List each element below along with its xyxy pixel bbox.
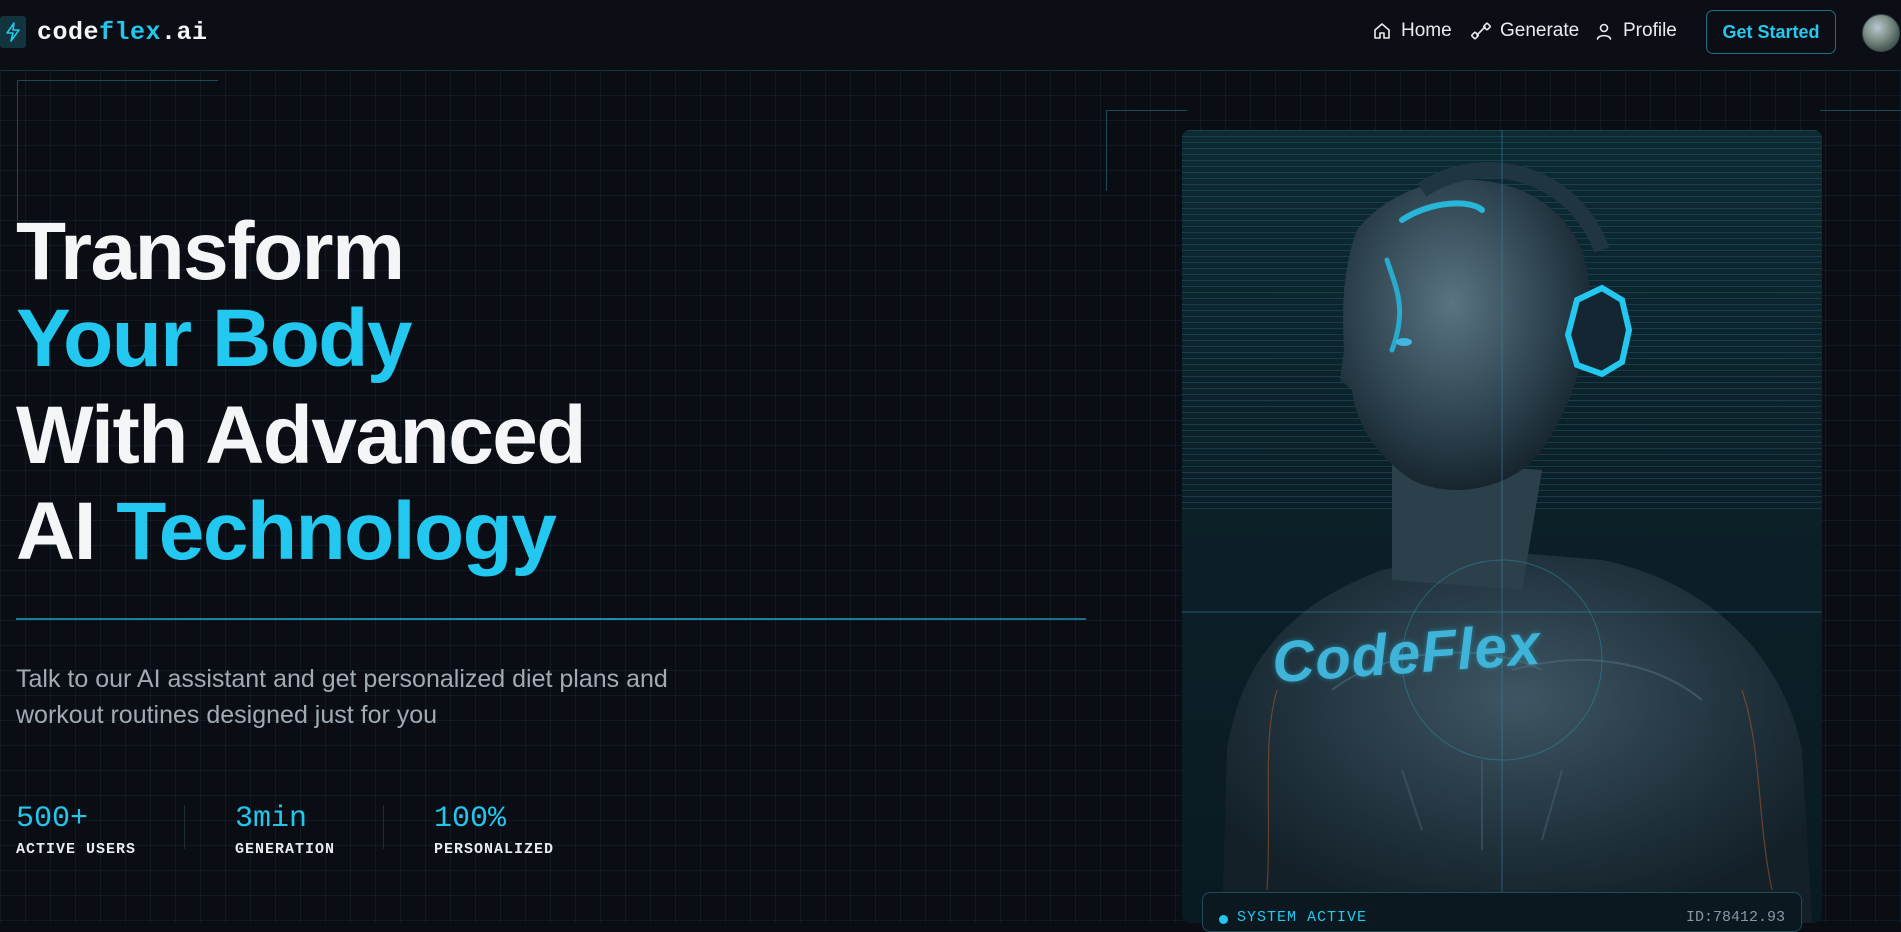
nav-link-label: Generate xyxy=(1500,20,1580,41)
top-navbar: codeflex.ai Home Generate Profile Get St… xyxy=(0,0,1901,71)
hero-image-card: CodeFlex xyxy=(1182,130,1822,923)
logo-text[interactable]: codeflex.ai xyxy=(37,18,208,47)
system-id: ID:78412.93 xyxy=(1685,909,1785,926)
corner-bracket-card-left xyxy=(1106,110,1187,191)
stat-personalized: 100% PERSONALIZED xyxy=(434,801,554,858)
nav-link-profile[interactable]: Profile xyxy=(1594,20,1677,42)
hero-line-2: Your Body xyxy=(16,293,412,384)
stat-active-users: 500+ ACTIVE USERS xyxy=(16,801,136,858)
status-text: SYSTEM ACTIVE xyxy=(1237,909,1368,926)
hero-line-4: AI Technology xyxy=(16,486,557,577)
corner-bracket-top-left xyxy=(17,80,218,221)
nav-link-generate[interactable]: Generate xyxy=(1471,20,1579,42)
cyborg-illustration xyxy=(1182,130,1822,923)
stat-value: 100% xyxy=(434,802,507,836)
nav-link-home[interactable]: Home xyxy=(1372,20,1452,42)
nav-link-label: Home xyxy=(1401,20,1452,41)
stat-value: 500+ xyxy=(16,802,89,836)
stat-label: ACTIVE USERS xyxy=(16,841,137,858)
system-status-bar: SYSTEM ACTIVE ID:78412.93 xyxy=(1202,892,1802,932)
stat-generation: 3min GENERATION xyxy=(235,801,335,858)
hero-line-1: Transform xyxy=(16,206,405,297)
stat-label: GENERATION xyxy=(235,841,336,858)
hero-line-3: With Advanced xyxy=(16,390,587,481)
dumbbell-icon xyxy=(1471,22,1491,40)
home-icon xyxy=(1374,23,1390,39)
corner-bracket-card-right xyxy=(1820,110,1901,191)
stat-separator xyxy=(383,805,384,849)
avatar[interactable] xyxy=(1862,14,1900,52)
stat-separator xyxy=(184,805,185,849)
nav-link-label: Profile xyxy=(1623,20,1677,41)
user-icon xyxy=(1596,23,1612,40)
logo-bolt-icon[interactable] xyxy=(0,16,26,48)
stat-label: PERSONALIZED xyxy=(434,841,555,858)
get-started-button[interactable]: Get Started xyxy=(1706,10,1836,54)
stat-value: 3min xyxy=(235,802,308,836)
hero-subtitle: Talk to our AI assistant and get persona… xyxy=(16,665,668,729)
hero-divider xyxy=(16,618,1086,620)
